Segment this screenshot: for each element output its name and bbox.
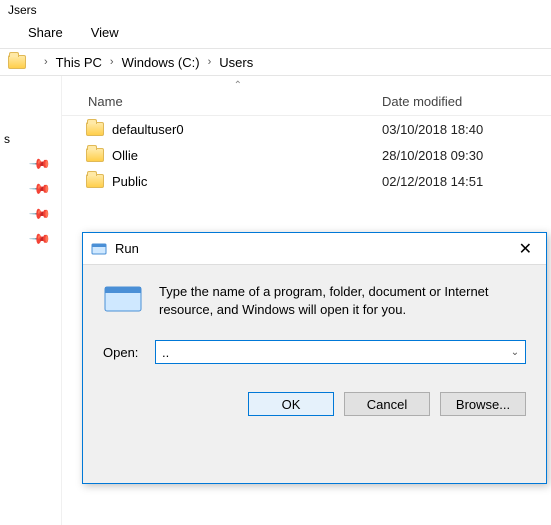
breadcrumb-this-pc[interactable]: This PC — [56, 55, 102, 70]
table-row[interactable]: Ollie 28/10/2018 09:30 — [62, 142, 551, 168]
chevron-right-icon[interactable]: › — [102, 56, 122, 68]
column-header-date[interactable]: Date modified — [382, 94, 551, 109]
menu-bar: Share View — [0, 17, 551, 48]
dialog-description: Type the name of a program, folder, docu… — [159, 283, 526, 318]
open-label: Open: — [103, 345, 155, 360]
file-name: Public — [112, 174, 382, 189]
column-header-name[interactable]: Name ⌃ — [62, 94, 382, 109]
open-combobox[interactable]: ⌄ — [155, 340, 526, 364]
menu-view[interactable]: View — [91, 25, 119, 40]
folder-icon — [86, 122, 104, 136]
breadcrumb-folder[interactable]: Users — [219, 55, 253, 70]
breadcrumb-drive[interactable]: Windows (C:) — [122, 55, 200, 70]
folder-icon — [86, 174, 104, 188]
dialog-titlebar[interactable]: Run ✕ — [83, 233, 546, 265]
column-header-name-label: Name — [88, 94, 123, 109]
run-icon — [91, 241, 107, 257]
quick-access-pane: s 📌 📌 📌 📌 — [0, 76, 62, 525]
chevron-down-icon[interactable]: ⌄ — [505, 341, 525, 363]
address-bar[interactable]: › This PC › Windows (C:) › Users — [0, 48, 551, 76]
close-button[interactable]: ✕ — [513, 239, 538, 259]
window-title: Jsers — [0, 0, 551, 17]
table-row[interactable]: Public 02/12/2018 14:51 — [62, 168, 551, 194]
browse-button[interactable]: Browse... — [440, 392, 526, 416]
ok-button[interactable]: OK — [248, 392, 334, 416]
file-name: defaultuser0 — [112, 122, 382, 137]
open-input[interactable] — [155, 340, 526, 364]
table-row[interactable]: defaultuser0 03/10/2018 18:40 — [62, 116, 551, 142]
file-date: 02/12/2018 14:51 — [382, 174, 483, 189]
folder-icon — [86, 148, 104, 162]
cancel-button[interactable]: Cancel — [344, 392, 430, 416]
folder-icon — [8, 55, 26, 69]
chevron-right-icon[interactable]: › — [200, 56, 220, 68]
menu-share[interactable]: Share — [28, 25, 63, 40]
run-icon — [103, 283, 143, 315]
sort-indicator-icon: ⌃ — [234, 80, 242, 91]
file-date: 03/10/2018 18:40 — [382, 122, 483, 137]
file-name: Ollie — [112, 148, 382, 163]
file-date: 28/10/2018 09:30 — [382, 148, 483, 163]
chevron-right-icon[interactable]: › — [36, 56, 56, 68]
column-headers: Name ⌃ Date modified — [62, 76, 551, 116]
run-dialog: Run ✕ Type the name of a program, folder… — [82, 232, 547, 484]
dialog-title: Run — [115, 241, 513, 256]
